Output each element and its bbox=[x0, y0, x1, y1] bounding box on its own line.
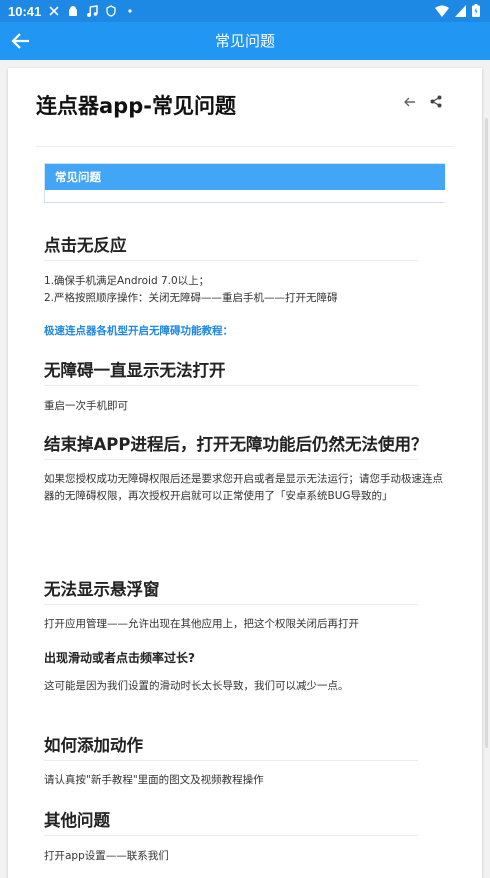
float-window-text: 打开应用管理——允许出现在其他应用上，把这个权限关闭后再打开 bbox=[44, 618, 359, 630]
status-bar: 10:41 bbox=[0, 0, 490, 22]
section-heading-accessibility: 无障碍一直显示无法打开 bbox=[44, 361, 226, 380]
battery-icon bbox=[472, 4, 480, 17]
shield-icon bbox=[106, 5, 116, 17]
arrow-left-icon[interactable] bbox=[403, 96, 416, 108]
section-heading-add-action: 如何添加动作 bbox=[44, 736, 143, 755]
faq-banner: 常见问题 bbox=[44, 163, 445, 203]
app-bar: 常见问题 bbox=[0, 22, 490, 60]
article-card: 连点器app-常见问题 常见问题 点击无反应 1.确保手机满足Android 7… bbox=[8, 68, 482, 878]
scrollbar[interactable] bbox=[485, 118, 488, 748]
swipe-frequency-text: 这可能是因为我们设置的滑动时长太长导致，我们可以减少一点。 bbox=[44, 680, 349, 692]
page-title: 连点器app-常见问题 bbox=[36, 94, 236, 118]
notification-icon bbox=[49, 6, 59, 16]
section-heading-other: 其他问题 bbox=[44, 811, 110, 830]
add-action-text: 请认真按"新手教程"里面的图文及视频教程操作 bbox=[44, 774, 264, 786]
process-killed-text: 如果您授权成功无障碍权限后还是要求您开启或者是显示无法运行；请您手动极速连点器的… bbox=[44, 473, 443, 502]
section-heading-float-window: 无法显示悬浮窗 bbox=[44, 580, 160, 599]
accessibility-text: 重启一次手机即可 bbox=[44, 400, 128, 412]
music-icon bbox=[87, 5, 98, 17]
signal-icon bbox=[455, 4, 466, 17]
subheading-swipe-frequency: 出现滑动或者点击频率过长? bbox=[44, 651, 195, 665]
section-divider bbox=[44, 385, 418, 386]
section-divider bbox=[44, 260, 418, 261]
tutorial-link[interactable]: 极速连点器各机型开启无障碍功能教程： bbox=[44, 323, 233, 338]
status-time: 10:41 bbox=[8, 3, 42, 19]
section-heading-process-killed: 结束掉APP进程后，打开无障功能后仍然无法使用？ bbox=[44, 435, 428, 454]
other-text: 打开app设置——联系我们 bbox=[44, 850, 169, 862]
app-bar-title: 常见问题 bbox=[214, 32, 275, 50]
share-icon[interactable] bbox=[430, 95, 442, 108]
section-divider bbox=[44, 604, 418, 605]
section-divider bbox=[44, 459, 418, 460]
android-icon bbox=[69, 6, 78, 16]
title-divider bbox=[36, 146, 454, 147]
no-response-line-1: 1.确保手机满足Android 7.0以上； bbox=[44, 275, 210, 287]
wifi-icon bbox=[435, 5, 449, 17]
section-heading-no-response: 点击无反应 bbox=[44, 236, 127, 255]
no-response-line-2: 2.严格按照顺序操作：关闭无障碍——重启手机——打开无障碍 bbox=[44, 292, 338, 304]
section-divider bbox=[44, 835, 418, 836]
banner-label: 常见问题 bbox=[45, 164, 445, 190]
dot-icon bbox=[128, 9, 132, 13]
section-divider bbox=[44, 760, 418, 761]
